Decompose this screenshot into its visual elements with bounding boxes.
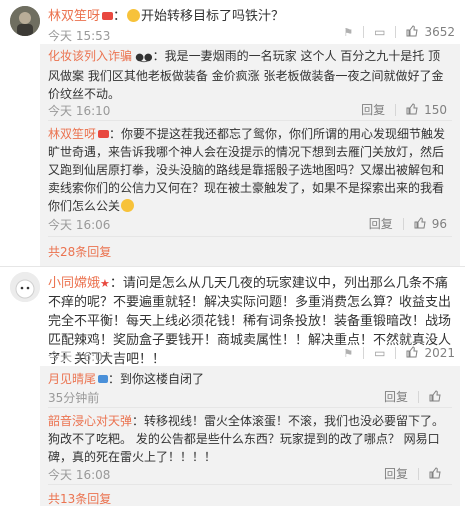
like-count: 150 — [424, 102, 447, 117]
more-replies-link[interactable]: 共13条回复 — [48, 490, 111, 507]
comment-time: 今天 16:07 — [48, 350, 111, 364]
divider — [395, 103, 397, 116]
comment-divider — [0, 266, 465, 267]
avatar[interactable] — [10, 6, 40, 36]
reply-time: 今天 16:10 — [48, 104, 111, 118]
reply-time: 35分钟前 — [48, 391, 100, 405]
reply-button[interactable]: 回复 — [384, 465, 408, 482]
comment-author[interactable]: 林双笙呀 — [48, 9, 100, 24]
more-replies-link[interactable]: 共28条回复 — [48, 243, 111, 260]
reply-author[interactable]: 化妆该列入诈骗 — [48, 49, 132, 63]
like-count: 96 — [431, 216, 447, 231]
divider — [418, 467, 419, 480]
divider — [395, 26, 397, 38]
comment-time: 今天 15:53 — [48, 29, 111, 43]
reply-content: 月见晴尾 ：到你这楼自闭了 — [48, 372, 205, 386]
comment-actions: ⚑ ▭ 2021 — [343, 346, 455, 360]
reply-divider — [48, 120, 452, 121]
like-button[interactable]: 2021 — [406, 346, 455, 360]
reply-icon[interactable]: ▭ — [374, 25, 385, 39]
reply-icon[interactable]: ▭ — [374, 346, 385, 360]
thumb-up-icon — [429, 466, 441, 478]
divider — [418, 390, 419, 403]
reply-divider — [48, 236, 452, 237]
reply-author[interactable]: 林双笙呀 — [48, 127, 96, 141]
like-button[interactable]: 96 — [414, 217, 447, 231]
star-badge-icon: ★ — [100, 277, 110, 290]
comment-author[interactable]: 小同嫦娥 — [48, 276, 100, 291]
like-button[interactable]: 3652 — [406, 25, 455, 39]
reply-author[interactable]: 韶音浸心对天弹 — [48, 414, 132, 428]
thumb-up-icon — [406, 25, 419, 37]
reply-content: 韶音浸心对天弹：转移视线！雷火全体滚蛋！不滚，我们也没必要留下了。 狗改不了吃粑… — [48, 414, 445, 464]
report-icon[interactable]: ⚑ — [343, 26, 353, 39]
like-button[interactable] — [429, 466, 447, 481]
reply-text: 你要不提这茬我还都忘了鸳你，你们所谓的用心发现细节触发旷世奇遇，来告诉我哪个神人… — [48, 127, 446, 213]
thumb-up-icon — [406, 102, 418, 114]
reply-content: 林双笙呀 ：你要不提这茬我还都忘了鸳你，你们所谓的用心发现细节触发旷世奇遇，来告诉… — [48, 127, 446, 213]
reply-actions: 回复 — [384, 388, 447, 405]
badge-icon — [98, 375, 109, 383]
reply-actions: 回复 150 — [361, 101, 447, 118]
divider — [395, 347, 397, 359]
reply-button[interactable]: 回复 — [369, 215, 393, 232]
reply-actions: 回复 — [384, 465, 447, 482]
divider — [363, 26, 365, 38]
comment-content: 林双笙呀 ： 开始转移目标了吗铁汁？ — [48, 8, 458, 26]
reply-actions: 回复 96 — [369, 215, 447, 232]
avatar-image — [10, 272, 40, 302]
reply-time: 今天 16:06 — [48, 218, 111, 232]
reply-text: 到你这楼自闭了 — [120, 372, 205, 386]
emoji-icon — [121, 199, 135, 212]
thumb-up-icon — [406, 346, 419, 358]
report-icon[interactable]: ⚑ — [343, 347, 353, 360]
colon: ： — [113, 9, 127, 24]
avatar[interactable] — [10, 272, 40, 302]
vip-crown-icon — [98, 130, 110, 138]
comment-actions: ⚑ ▭ 3652 — [343, 25, 455, 39]
reply-author[interactable]: 月见晴尾 — [48, 372, 96, 386]
thumb-up-icon — [429, 389, 441, 401]
reply-time: 今天 16:08 — [48, 468, 111, 482]
like-count: 2021 — [424, 346, 455, 360]
reply-badge-icon: ●͜● — [132, 52, 153, 63]
reply-divider — [48, 407, 452, 408]
divider — [402, 217, 404, 230]
reply-button[interactable]: 回复 — [361, 101, 385, 118]
reply-content: 化妆该列入诈骗 ●͜●：我是一妻烟雨的一名玩家 这个人 百分之九十是托 顶风做案… — [48, 49, 444, 101]
like-count: 3652 — [424, 25, 455, 39]
vip-crown-icon — [102, 12, 114, 20]
like-button[interactable] — [429, 389, 447, 404]
like-button[interactable]: 150 — [406, 103, 447, 117]
avatar-image — [10, 6, 40, 36]
thumb-up-icon — [414, 216, 426, 228]
reply-divider — [48, 484, 452, 485]
reply-button[interactable]: 回复 — [384, 388, 408, 405]
emoji-icon — [127, 9, 141, 22]
comment-text: 开始转移目标了吗铁汁？ — [141, 9, 285, 24]
divider — [363, 347, 365, 359]
